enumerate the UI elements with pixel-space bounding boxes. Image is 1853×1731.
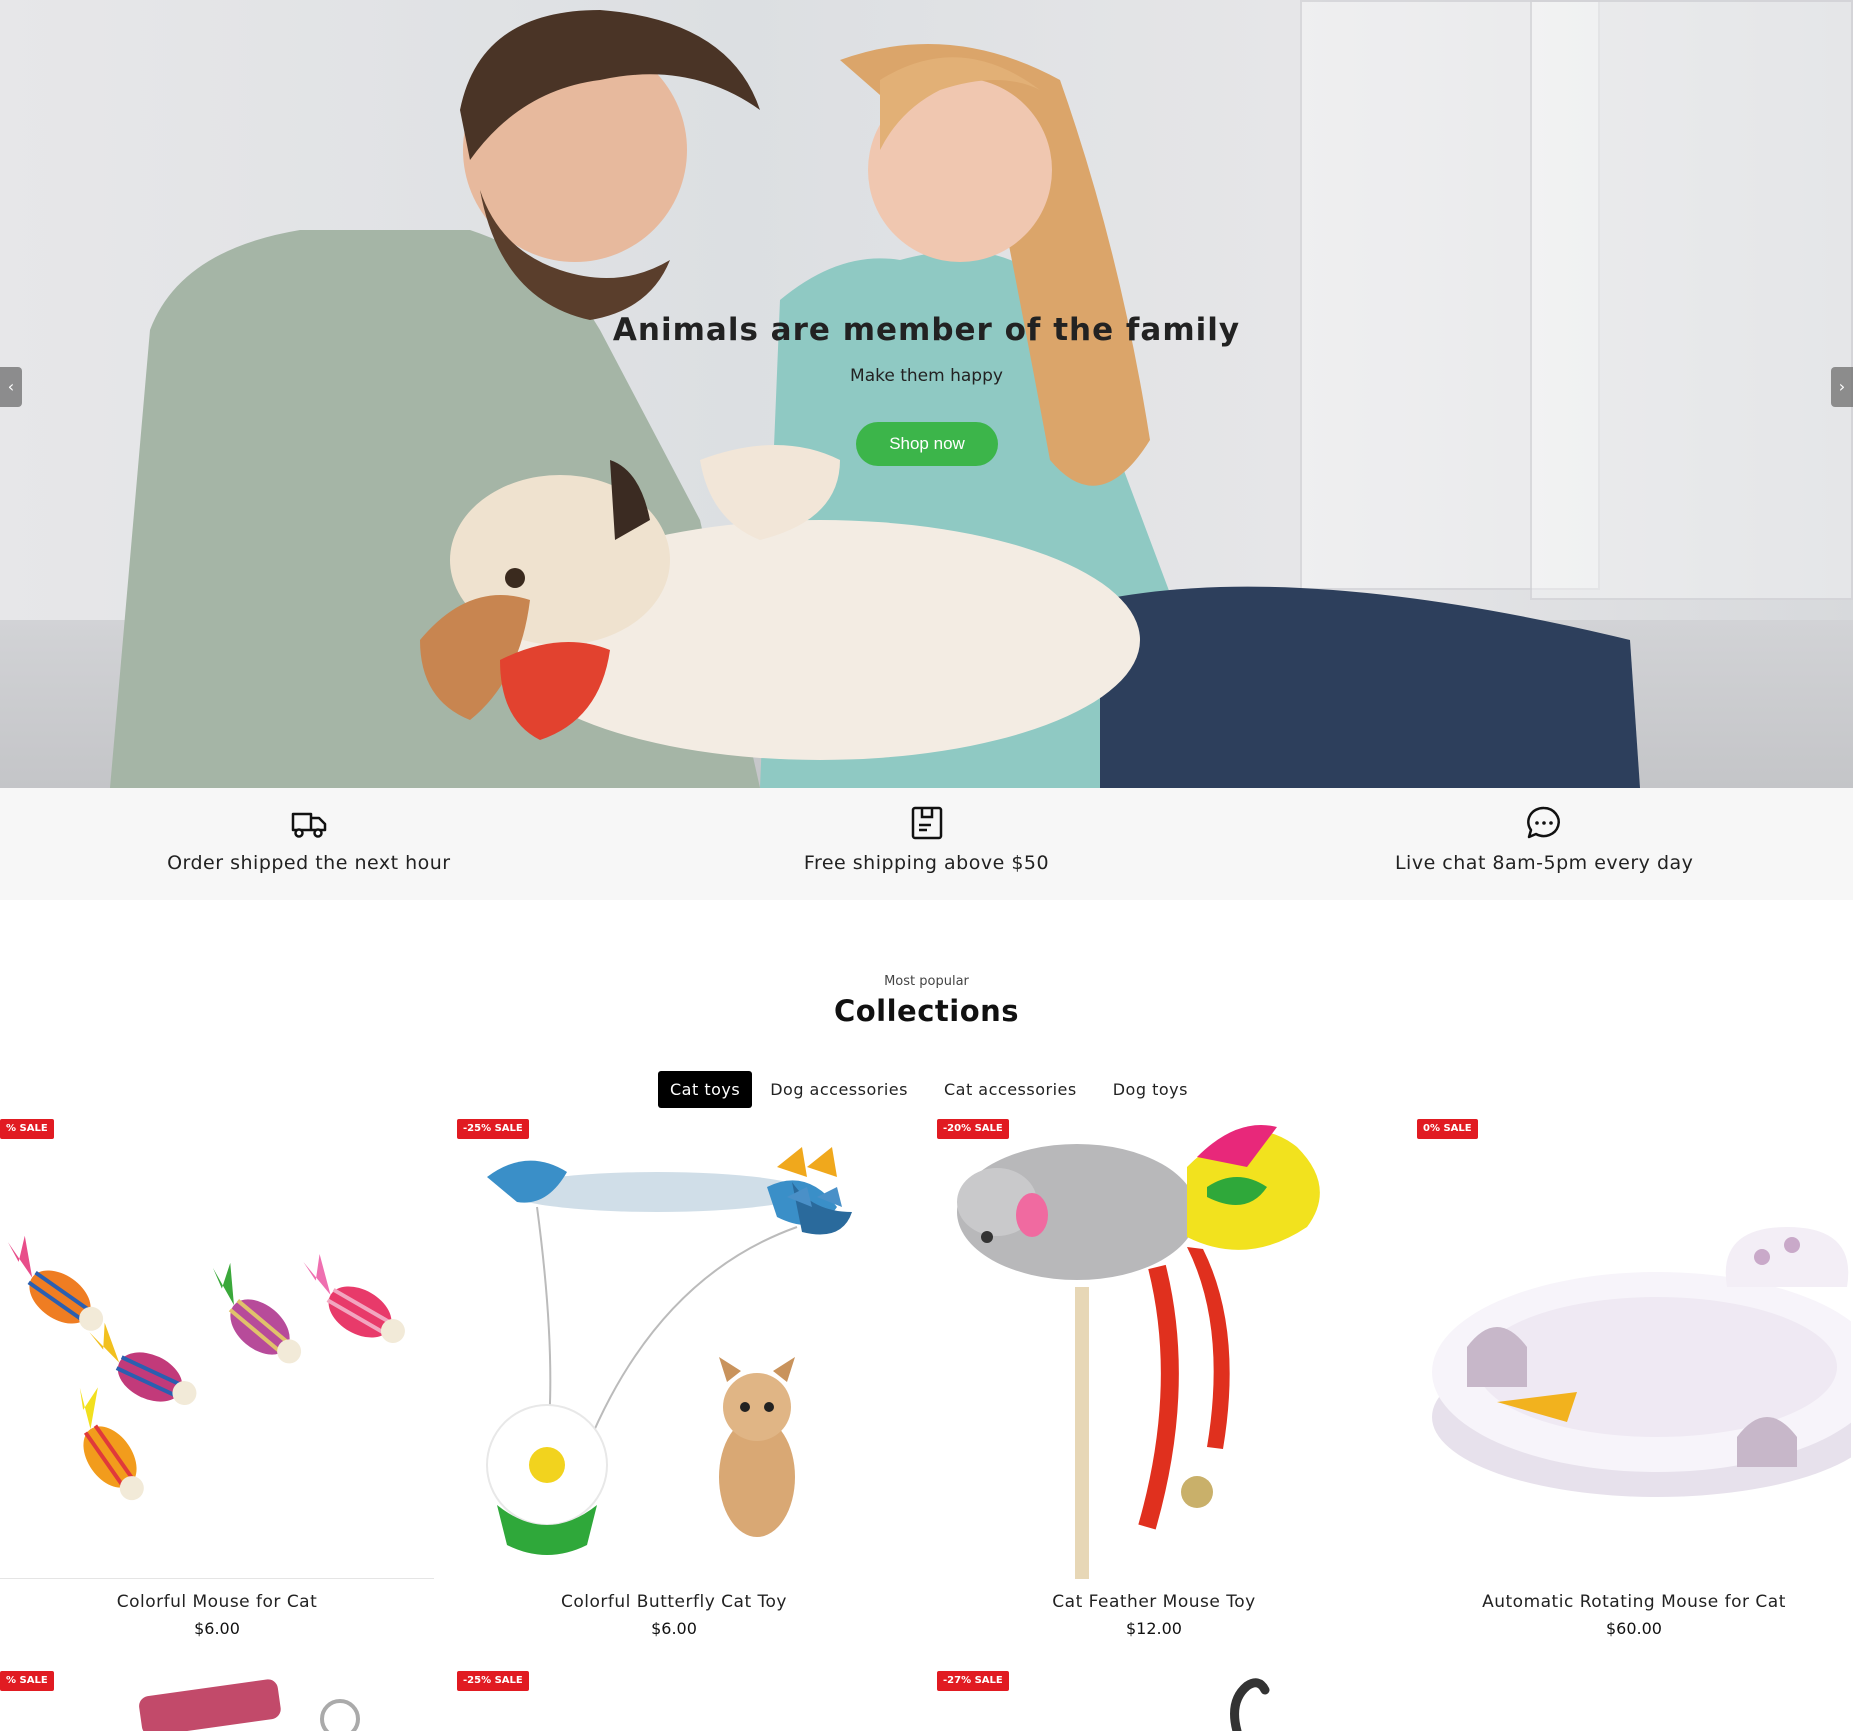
hero-title: Animals are member of the family <box>612 312 1241 348</box>
tab-cat-accessories[interactable]: Cat accessories <box>926 1071 1095 1108</box>
product-card[interactable]: 0% SALE Automatic Rotating Mouse for Cat… <box>1417 1117 1851 1638</box>
product-price: $60.00 <box>1606 1619 1662 1638</box>
features-bar: Order shipped the next hour Free shippin… <box>0 788 1853 900</box>
package-icon <box>911 806 942 840</box>
sale-badge: -27% SALE <box>937 1671 1009 1691</box>
carousel-next-arrow-icon[interactable]: › <box>1831 367 1853 407</box>
collection-tabs: Cat toys Dog accessories Cat accessories… <box>658 1071 1206 1108</box>
product-image[interactable] <box>0 1669 434 1731</box>
feature-text: Free shipping above $50 <box>803 852 1050 874</box>
product-price: $12.00 <box>1126 1619 1182 1638</box>
product-name[interactable]: Colorful Mouse for Cat <box>0 1592 434 1612</box>
product-image[interactable] <box>0 1117 434 1579</box>
feature-shipping-speed: Order shipped the next hour <box>0 788 618 900</box>
sale-badge: -20% SALE <box>937 1119 1009 1139</box>
carousel-prev-arrow-icon[interactable]: ‹ <box>0 367 22 407</box>
collections-title: Collections <box>833 994 1020 1028</box>
truck-icon <box>291 812 327 838</box>
sale-badge: -25% SALE <box>457 1671 529 1691</box>
sale-badge: 0% SALE <box>1417 1119 1478 1139</box>
shop-now-button[interactable]: Shop now <box>856 422 998 466</box>
product-image[interactable] <box>457 1117 891 1579</box>
feature-text: Live chat 8am-5pm every day <box>1394 852 1694 874</box>
feature-text: Order shipped the next hour <box>167 852 451 874</box>
product-name[interactable]: Colorful Butterfly Cat Toy <box>457 1592 891 1612</box>
collections-eyebrow: Most popular <box>884 974 969 989</box>
product-name[interactable]: Cat Feather Mouse Toy <box>937 1592 1371 1612</box>
tab-dog-accessories[interactable]: Dog accessories <box>752 1071 926 1108</box>
product-price: $6.00 <box>651 1619 697 1638</box>
hero-banner: Animals are member of the family Make th… <box>0 0 1853 788</box>
product-price: $6.00 <box>194 1619 240 1638</box>
sale-badge: -25% SALE <box>457 1119 529 1139</box>
sale-badge: % SALE <box>0 1119 54 1139</box>
product-card[interactable]: -27% SALE <box>937 1669 1371 1731</box>
product-name[interactable]: Automatic Rotating Mouse for Cat <box>1417 1592 1851 1612</box>
tab-cat-toys[interactable]: Cat toys <box>658 1071 753 1108</box>
chat-icon <box>1527 806 1561 839</box>
product-card[interactable]: -20% SALE Cat Feather Mouse Toy $12.00 <box>937 1117 1371 1638</box>
sale-badge: % SALE <box>0 1671 54 1691</box>
feature-free-shipping: Free shipping above $50 <box>618 788 1236 900</box>
product-card[interactable]: -25% SALE <box>457 1669 891 1731</box>
feature-live-chat: Live chat 8am-5pm every day <box>1235 788 1853 900</box>
tab-dog-toys[interactable]: Dog toys <box>1095 1071 1206 1108</box>
hero-subtitle: Make them happy <box>850 366 1003 386</box>
product-image[interactable] <box>937 1117 1371 1579</box>
product-card[interactable]: % SALE <box>0 1669 434 1731</box>
hero-photo <box>110 10 1640 788</box>
product-card[interactable]: % SALE Colorful Mouse for Cat $6.00 <box>0 1117 434 1638</box>
product-card[interactable]: -25% SALE Colorful Butterfly Cat Toy $6.… <box>457 1117 891 1638</box>
product-image[interactable] <box>1417 1117 1851 1579</box>
